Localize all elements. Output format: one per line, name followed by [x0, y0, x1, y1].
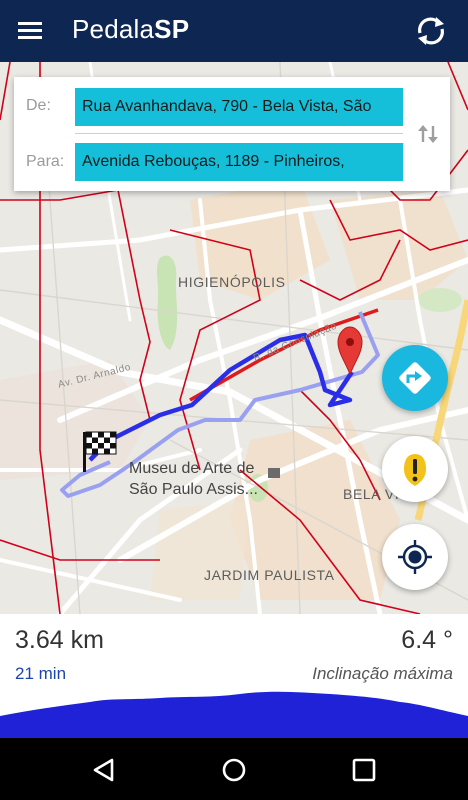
route-card: De: Rua Avanhandava, 790 - Bela Vista, S… [14, 77, 450, 191]
alert-button[interactable] [382, 436, 448, 502]
to-field[interactable]: Avenida Rebouças, 1189 - Pinheiros, [75, 143, 403, 181]
refresh-icon[interactable] [412, 12, 450, 50]
distance-value: 3.64 km [15, 626, 104, 654]
recents-icon[interactable] [346, 752, 382, 788]
app-bar: PedalaSP [0, 0, 468, 62]
elevation-profile [0, 691, 468, 738]
navigation-icon [399, 362, 431, 394]
map-label-jardim-paulista: JARDIM PAULISTA [204, 567, 335, 583]
app-root: PedalaSP HIGIENÓPOLIS Museu de Arte de S… [0, 0, 468, 800]
duration-value: 21 min [15, 664, 67, 683]
map-label-higienopolis: HIGIENÓPOLIS [178, 274, 286, 290]
map-label-museum-line1: Museu de Arte de [129, 460, 255, 477]
map-label-museum-line2: São Paulo Assis... [129, 481, 258, 498]
app-title: PedalaSP [72, 14, 189, 45]
app-title-bold: SP [154, 14, 190, 44]
to-label: Para: [26, 153, 65, 170]
route-summary: 3.64 km 21 min 6.4 ° Inclinação máxima [0, 614, 468, 738]
menu-icon[interactable] [18, 18, 48, 42]
from-label: De: [26, 97, 51, 114]
system-nav-bar [0, 738, 468, 800]
map-label-museum: Museu de Arte de São Paulo Assis... [129, 458, 258, 500]
swap-vertical-icon[interactable] [415, 121, 441, 147]
back-icon[interactable] [86, 752, 122, 788]
max-incline-value: 6.4 ° [401, 626, 453, 654]
from-field[interactable]: Rua Avanhandava, 790 - Bela Vista, São [75, 88, 403, 126]
navigate-button[interactable] [382, 345, 448, 411]
app-title-light: Pedala [72, 14, 155, 44]
home-icon[interactable] [216, 752, 252, 788]
my-location-icon [398, 540, 432, 574]
alert-icon [404, 454, 426, 486]
my-location-button[interactable] [382, 524, 448, 590]
max-incline-label: Inclinação máxima [312, 664, 453, 683]
field-divider [75, 133, 403, 134]
